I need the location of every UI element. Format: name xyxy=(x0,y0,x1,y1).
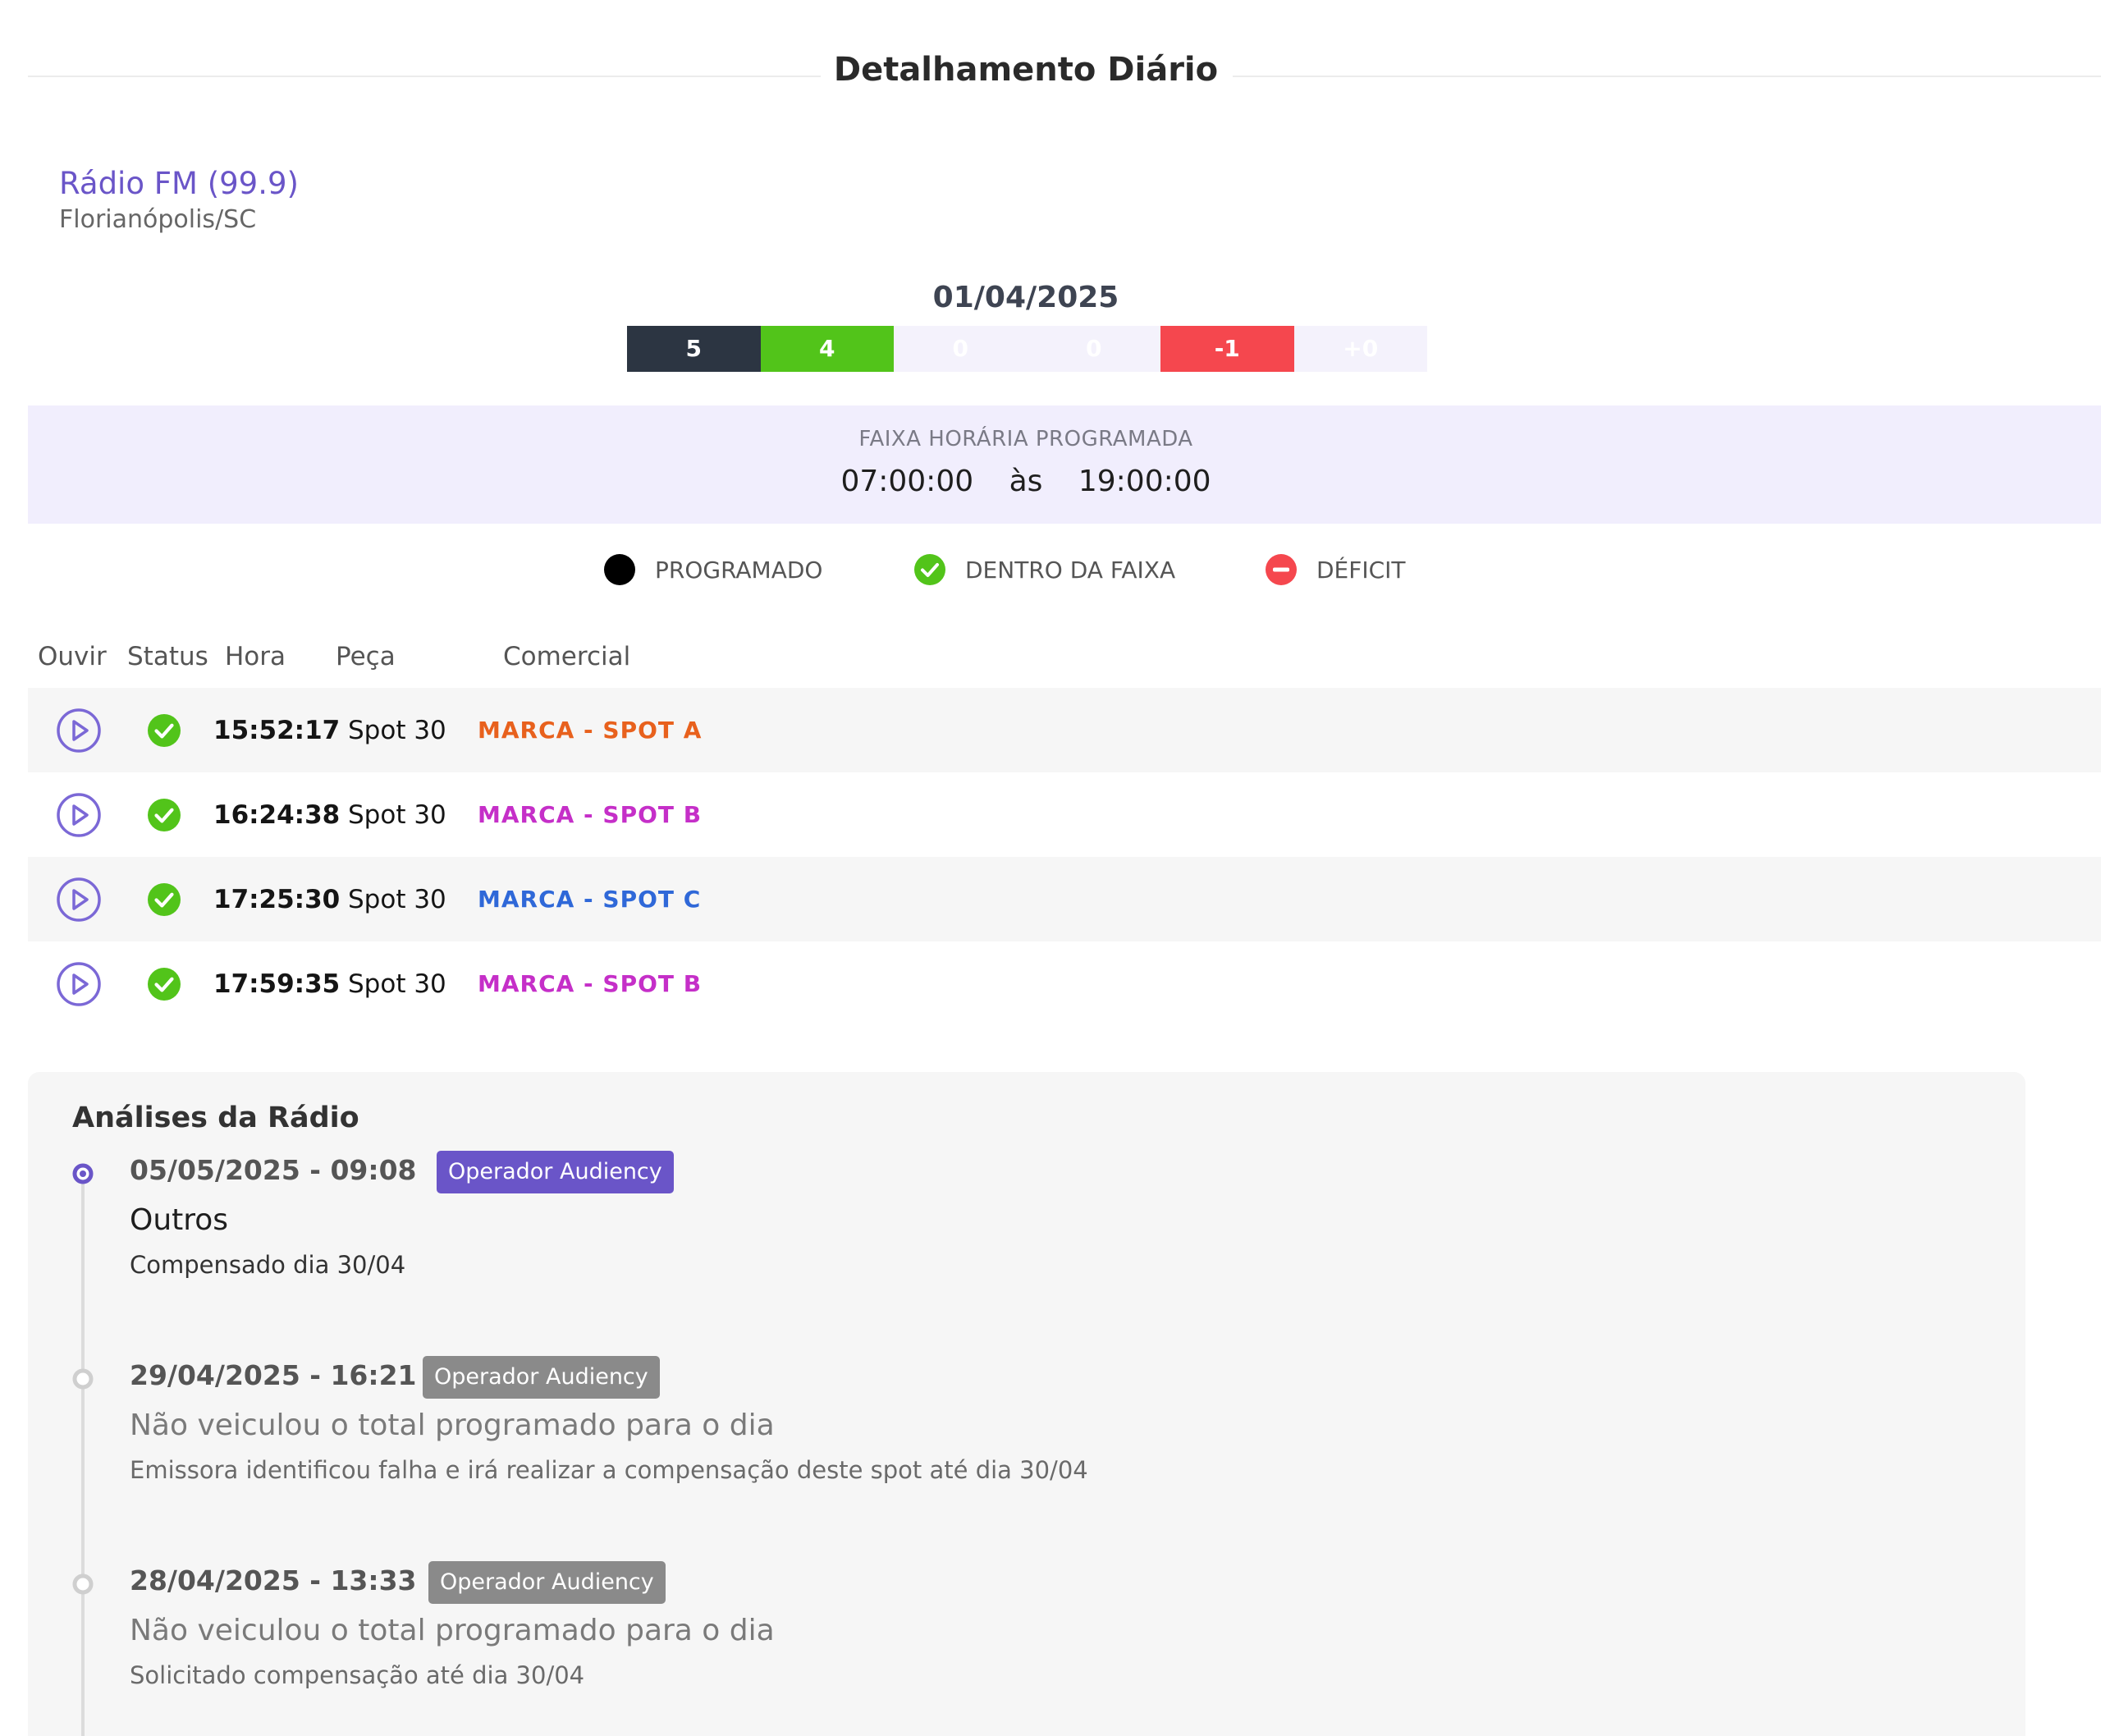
timeline-dot-icon xyxy=(72,1573,94,1595)
play-button[interactable] xyxy=(56,688,102,772)
timeline-line xyxy=(81,1175,85,1736)
play-icon[interactable] xyxy=(56,877,102,923)
title-divider-left xyxy=(28,76,821,77)
analysis-title: Outros xyxy=(130,1203,229,1237)
header-hora: Hora xyxy=(225,642,286,671)
legend-deficit-label: DÉFICIT xyxy=(1316,556,1406,584)
row-hora: 17:25:30 xyxy=(213,884,341,914)
station-city: Florianópolis/SC xyxy=(59,205,257,234)
header-comercial: Comercial xyxy=(503,642,631,671)
minus-circle-icon xyxy=(1266,554,1297,585)
time-window-separator: às xyxy=(1009,465,1043,498)
analysis-title: Não veiculou o total programado para o d… xyxy=(130,1614,775,1647)
play-icon[interactable] xyxy=(56,708,102,753)
summary-programado: 5 xyxy=(627,326,761,372)
row-hora: 16:24:38 xyxy=(213,799,341,830)
analysis-description: Solicitado compensação até dia 30/04 xyxy=(130,1661,585,1689)
check-circle-icon xyxy=(148,798,181,831)
status-cell xyxy=(148,688,181,772)
play-icon[interactable] xyxy=(56,961,102,1007)
summary-date: 01/04/2025 xyxy=(932,281,1119,314)
analyses-title: Análises da Rádio xyxy=(72,1102,359,1134)
station-name: Rádio FM (99.9) xyxy=(59,166,299,201)
play-icon[interactable] xyxy=(56,792,102,838)
row-peca: Spot 30 xyxy=(348,799,446,830)
table-row: 16:24:38 Spot 30 MARCA - SPOT B xyxy=(28,772,2101,857)
analysis-description: Compensado dia 30/04 xyxy=(130,1251,406,1279)
summary-segment-4: 0 xyxy=(1027,326,1160,372)
time-window-end: 19:00:00 xyxy=(1078,465,1211,498)
status-cell xyxy=(148,857,181,941)
row-peca: Spot 30 xyxy=(348,969,446,999)
summary-bar: 5 4 0 0 -1 +0 xyxy=(627,326,1427,372)
header-status: Status xyxy=(127,642,208,671)
row-hora: 17:59:35 xyxy=(213,969,341,999)
title-divider-right xyxy=(1233,76,2101,77)
legend-programado-label: PROGRAMADO xyxy=(655,556,823,584)
row-comercial: MARCA - SPOT B xyxy=(478,970,703,997)
play-button[interactable] xyxy=(56,857,102,941)
header-peca: Peça xyxy=(336,642,396,671)
check-circle-icon xyxy=(148,713,181,747)
row-peca: Spot 30 xyxy=(348,715,446,745)
header-ouvir: Ouvir xyxy=(38,642,107,671)
row-hora: 15:52:17 xyxy=(213,715,341,745)
analysis-title: Não veiculou o total programado para o d… xyxy=(130,1408,775,1442)
timeline-dot-active-icon xyxy=(72,1163,94,1184)
time-window-range: 07:00:00 às 19:00:00 xyxy=(28,465,2024,498)
legend-deficit: DÉFICIT xyxy=(1266,552,1406,588)
operator-badge: Operador Audiency xyxy=(423,1356,660,1399)
status-cell xyxy=(148,941,181,1026)
check-circle-icon xyxy=(148,882,181,916)
row-comercial: MARCA - SPOT B xyxy=(478,801,703,828)
radio-analyses-panel: Análises da Rádio 05/05/2025 - 09:08 Ope… xyxy=(28,1072,2025,1736)
programado-dot-icon xyxy=(604,554,635,585)
status-cell xyxy=(148,772,181,857)
time-window-band: FAIXA HORÁRIA PROGRAMADA 07:00:00 às 19:… xyxy=(28,405,2101,524)
summary-extra: +0 xyxy=(1293,326,1427,372)
check-circle-icon xyxy=(914,554,945,585)
analysis-description: Emissora identificou falha e irá realiza… xyxy=(130,1456,1088,1484)
check-circle-icon xyxy=(148,967,181,1001)
legend-dentro-da-faixa: DENTRO DA FAIXA xyxy=(914,552,1175,588)
play-button[interactable] xyxy=(56,772,102,857)
table-row: 17:25:30 Spot 30 MARCA - SPOT C xyxy=(28,857,2101,941)
time-window-label: FAIXA HORÁRIA PROGRAMADA xyxy=(858,427,1193,451)
summary-segment-3: 0 xyxy=(894,326,1028,372)
summary-deficit: -1 xyxy=(1160,326,1294,372)
row-peca: Spot 30 xyxy=(348,884,446,914)
legend-programado: PROGRAMADO xyxy=(604,552,822,588)
analysis-date: 28/04/2025 - 13:33 xyxy=(130,1564,417,1596)
page-title: Detalhamento Diário xyxy=(833,51,1219,89)
time-window-start: 07:00:00 xyxy=(840,465,974,498)
row-comercial: MARCA - SPOT C xyxy=(478,886,702,913)
operator-badge: Operador Audiency xyxy=(428,1561,666,1604)
table-row: 17:59:35 Spot 30 MARCA - SPOT B xyxy=(28,941,2101,1026)
analysis-date: 05/05/2025 - 09:08 xyxy=(130,1154,417,1186)
play-button[interactable] xyxy=(56,941,102,1026)
operator-badge: Operador Audiency xyxy=(437,1151,674,1193)
analysis-date: 29/04/2025 - 16:21 xyxy=(130,1359,417,1391)
table-row: 15:52:17 Spot 30 MARCA - SPOT A xyxy=(28,688,2101,772)
timeline-dot-icon xyxy=(72,1368,94,1390)
row-comercial: MARCA - SPOT A xyxy=(478,717,703,744)
legend-dentro-label: DENTRO DA FAIXA xyxy=(965,556,1176,584)
summary-dentro-da-faixa: 4 xyxy=(760,326,894,372)
